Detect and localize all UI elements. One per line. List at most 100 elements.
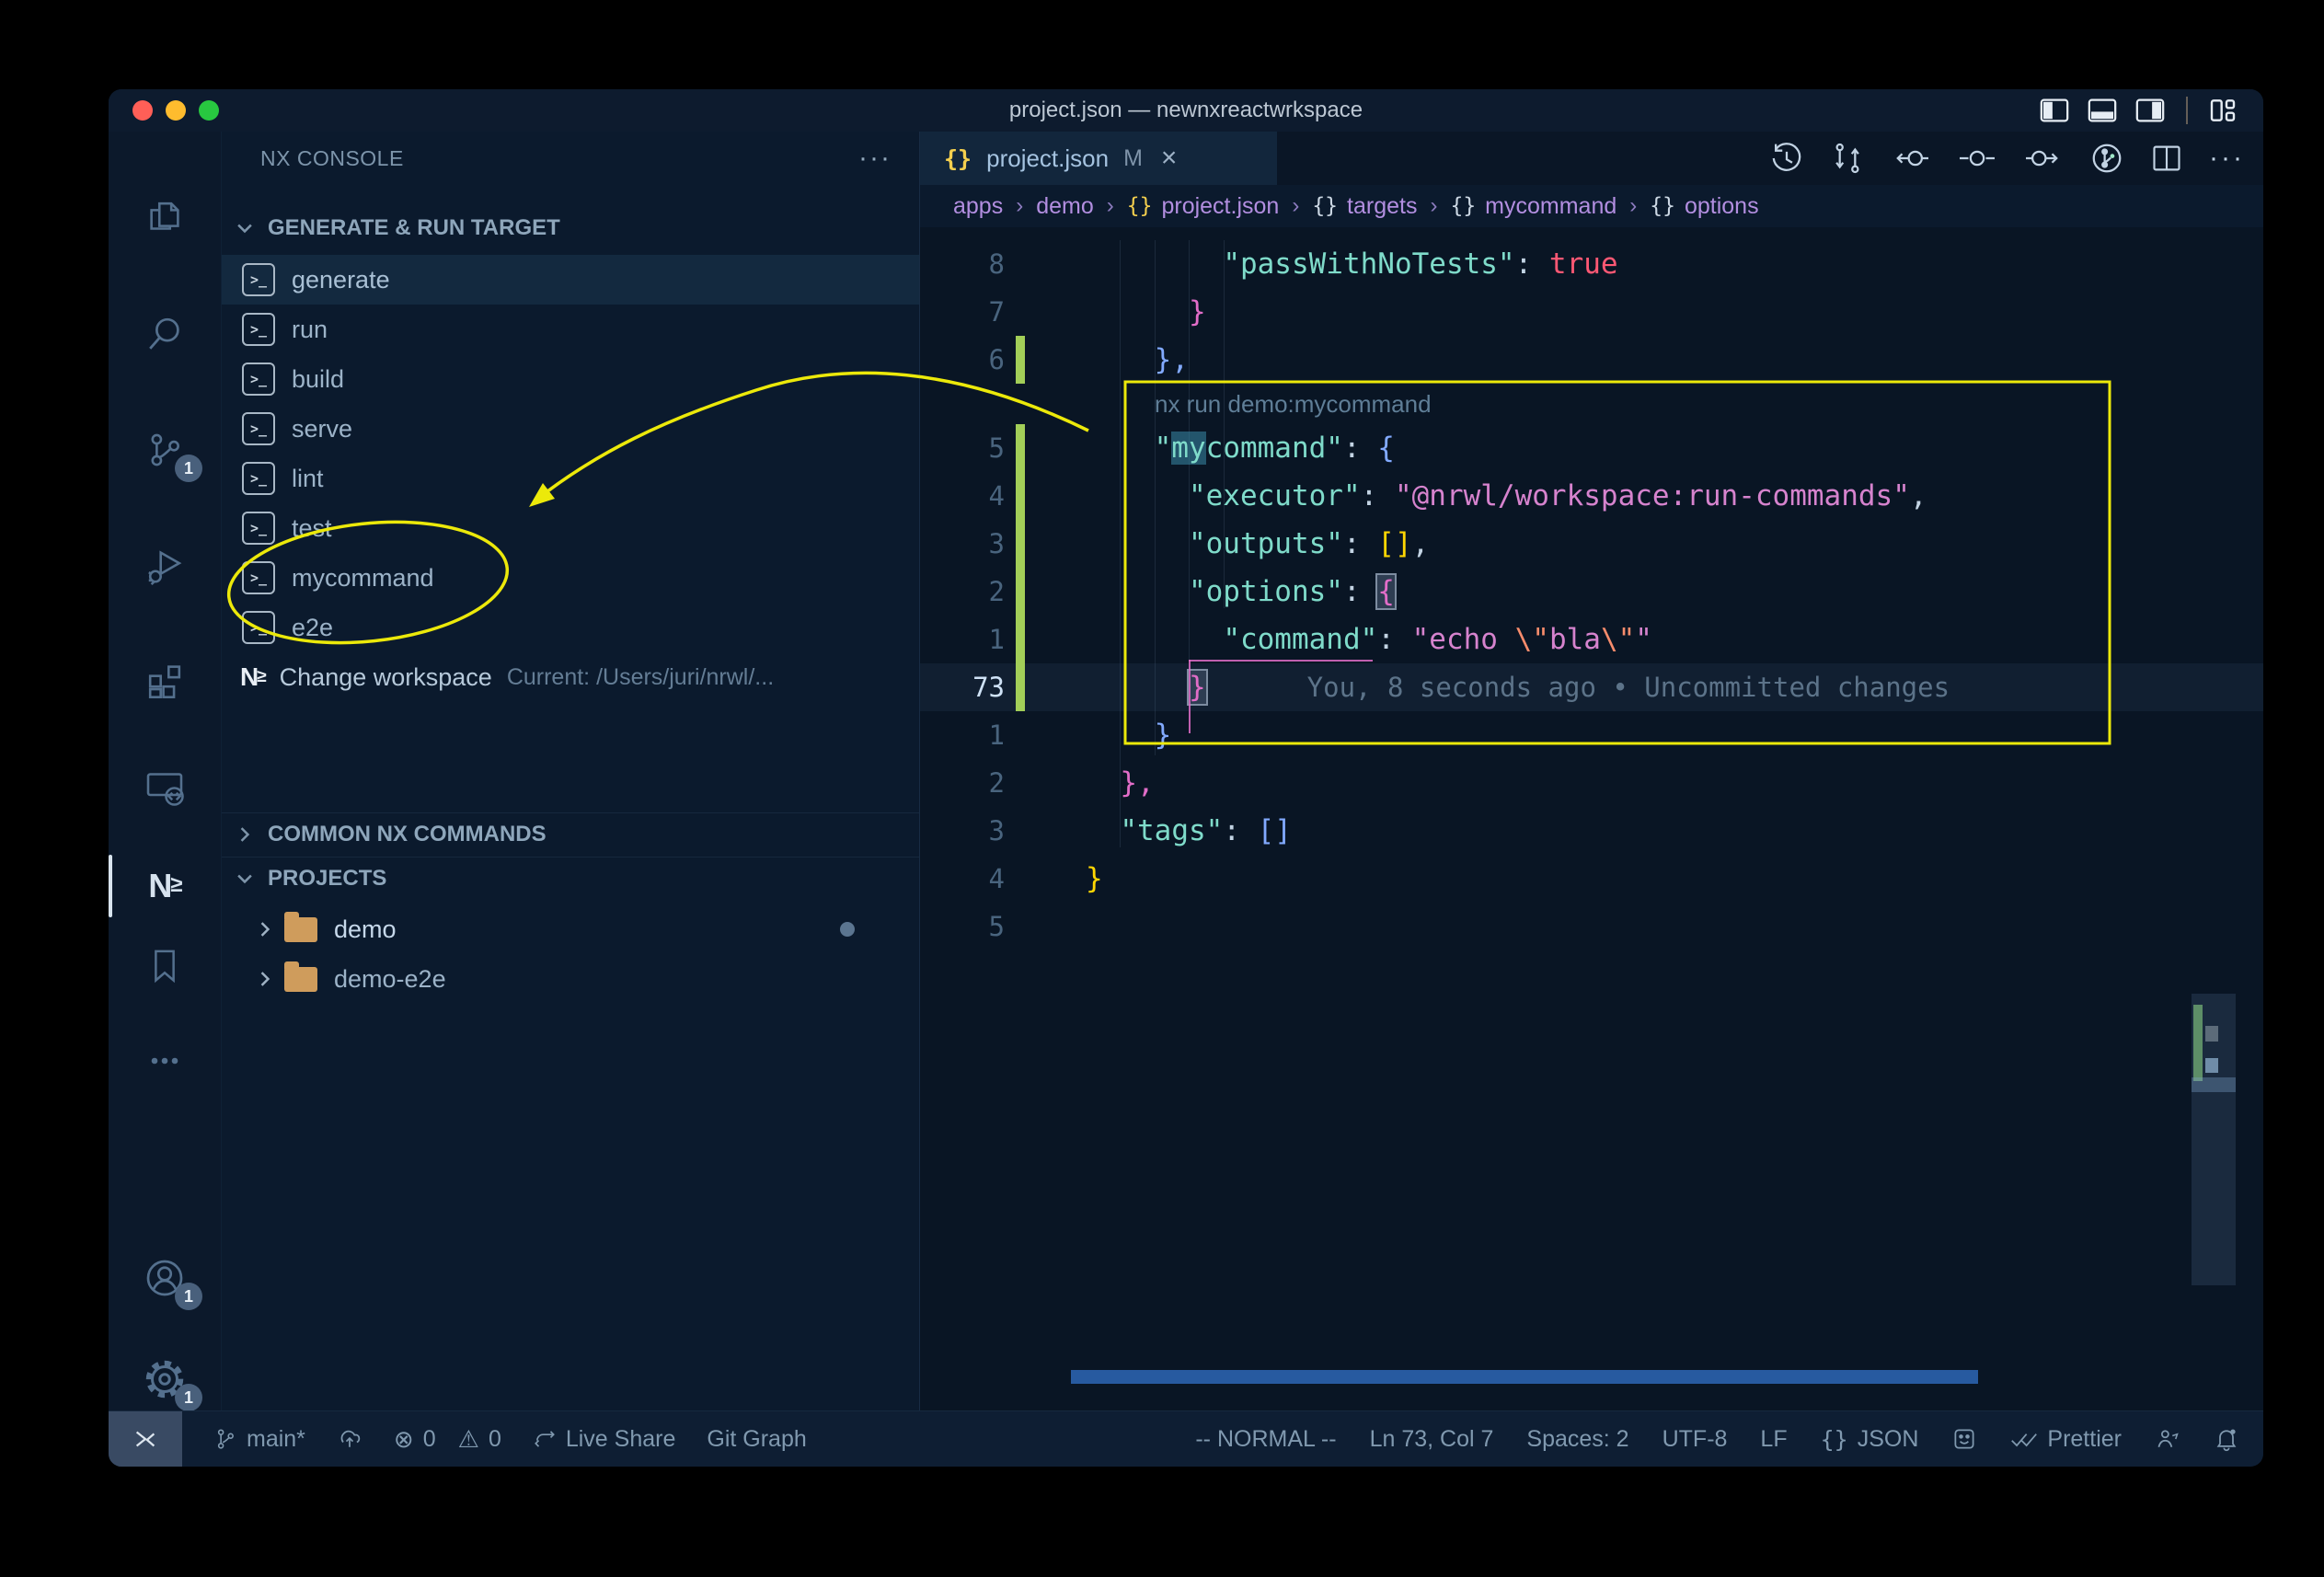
eol-item[interactable]: LF <box>1760 1426 1787 1453</box>
terminal-icon: >_ <box>242 363 275 396</box>
settings-badge: 1 <box>175 1384 202 1411</box>
sync-changes-item[interactable] <box>337 1426 362 1452</box>
indentation-item[interactable]: Spaces: 2 <box>1526 1426 1628 1453</box>
breadcrumb-item[interactable]: targets <box>1347 193 1417 220</box>
target-item-run[interactable]: >_ run <box>222 305 919 354</box>
git-added-gutter <box>1016 520 1025 568</box>
feedback-smiley-icon[interactable] <box>1951 1426 1977 1452</box>
split-editor-icon[interactable] <box>2150 142 2183 175</box>
open-changes-icon[interactable] <box>1830 141 1865 176</box>
code-text: } <box>1086 862 1103 895</box>
breadcrumb-item[interactable]: project.json <box>1161 193 1279 220</box>
folder-icon <box>284 917 317 942</box>
code-line[interactable]: 1 "command": "echo \"bla\"" <box>920 616 2263 663</box>
horizontal-scrollbar[interactable] <box>1071 1370 1978 1384</box>
warning-icon: ⚠ <box>458 1425 479 1454</box>
code-line[interactable]: 8 "passWithNoTests": true <box>920 240 2263 288</box>
prettier-item[interactable]: Prettier <box>2010 1426 2122 1453</box>
section-generate-run-target[interactable]: GENERATE & RUN TARGET <box>222 207 919 249</box>
target-item-generate[interactable]: >_ generate <box>222 255 919 305</box>
source-control-badge: 1 <box>175 455 202 482</box>
code-text: } <box>1086 719 1171 752</box>
cursor-position-item[interactable]: Ln 73, Col 7 <box>1370 1426 1494 1453</box>
live-share-contact-icon[interactable] <box>2155 1426 2180 1452</box>
code-line[interactable]: 2 }, <box>920 759 2263 807</box>
current-change-icon[interactable] <box>1957 141 1997 176</box>
codelens-run-command[interactable]: nx run demo:mycommand <box>920 384 2263 424</box>
line-number: 5 <box>920 911 1005 942</box>
sidebar-more-actions-icon[interactable]: ··· <box>858 143 892 174</box>
line-number: 2 <box>920 767 1005 799</box>
target-item-build[interactable]: >_ build <box>222 354 919 404</box>
code-line[interactable]: 3 "outputs": [], <box>920 520 2263 568</box>
explorer-icon[interactable] <box>109 174 221 262</box>
change-workspace-item[interactable]: N≥ Change workspace Current: /Users/juri… <box>222 652 919 702</box>
code-line[interactable]: 4 "executor": "@nrwl/workspace:run-comma… <box>920 472 2263 520</box>
live-share-item[interactable]: Live Share <box>533 1426 676 1453</box>
inline-git-blame: You, 8 seconds ago • Uncommitted changes <box>1307 672 1950 703</box>
breadcrumb-item[interactable]: mycommand <box>1485 193 1616 220</box>
code-line[interactable]: 6 }, <box>920 336 2263 384</box>
code-line[interactable]: 5 <box>920 903 2263 950</box>
nx-logo-icon: N≥ <box>240 662 265 692</box>
encoding-item[interactable]: UTF-8 <box>1662 1426 1728 1453</box>
terminal-icon: >_ <box>242 313 275 346</box>
target-item-mycommand[interactable]: >_ mycommand <box>222 553 919 603</box>
code-line[interactable]: 73 }You, 8 seconds ago • Uncommitted cha… <box>920 663 2263 711</box>
remote-indicator[interactable] <box>109 1411 182 1467</box>
target-item-lint[interactable]: >_ lint <box>222 454 919 503</box>
language-mode-item[interactable]: {} JSON <box>1821 1426 1919 1453</box>
code-line[interactable]: 1 } <box>920 711 2263 759</box>
breadcrumb-item[interactable]: options <box>1685 193 1759 220</box>
section-common-nx-commands[interactable]: COMMON NX COMMANDS <box>222 812 919 856</box>
tab-bar: {} project.json M × ··· <box>920 132 2263 185</box>
gitlens-graph-icon[interactable] <box>2089 141 2124 176</box>
breadcrumb-item[interactable]: apps <box>953 193 1003 220</box>
remote-explorer-icon[interactable] <box>109 742 221 831</box>
project-item-demo-e2e[interactable]: demo-e2e <box>222 954 919 1004</box>
current-workspace-path: Current: /Users/juri/nrwl/... <box>507 664 774 691</box>
accounts-icon[interactable]: 1 <box>109 1234 221 1322</box>
timeline-history-icon[interactable] <box>1769 141 1804 176</box>
target-item-test[interactable]: >_ test <box>222 503 919 553</box>
notifications-bell-icon[interactable] <box>2214 1426 2239 1452</box>
breadcrumb-item[interactable]: demo <box>1036 193 1094 220</box>
section-projects[interactable]: PROJECTS <box>222 857 919 900</box>
bookmarks-icon[interactable] <box>109 921 221 1009</box>
close-tab-icon[interactable]: × <box>1161 143 1178 174</box>
previous-change-icon[interactable] <box>1891 141 1931 176</box>
editor-more-actions-icon[interactable]: ··· <box>2209 143 2245 174</box>
toggle-panel-icon[interactable] <box>2087 95 2118 126</box>
code-line[interactable]: 3 "tags": [] <box>920 807 2263 855</box>
target-item-serve[interactable]: >_ serve <box>222 404 919 454</box>
more-views-icon[interactable] <box>109 1017 221 1105</box>
git-added-gutter <box>1016 855 1025 903</box>
code-editor[interactable]: 8 "passWithNoTests": true7 }6 },nx run d… <box>920 227 2263 1411</box>
code-line[interactable]: 5 "mycommand": { <box>920 424 2263 472</box>
errors-item[interactable]: ⊗ 0 ⚠ 0 <box>394 1425 501 1454</box>
terminal-icon: >_ <box>242 412 275 445</box>
source-control-icon[interactable]: 1 <box>109 406 221 494</box>
toggle-sidebar-icon[interactable] <box>2039 95 2070 126</box>
code-line[interactable]: 4} <box>920 855 2263 903</box>
json-symbol-icon: {} <box>1127 194 1153 218</box>
extensions-icon[interactable] <box>109 636 221 724</box>
customize-layout-icon[interactable] <box>2208 96 2238 125</box>
toggle-secondary-sidebar-icon[interactable] <box>2134 95 2166 126</box>
project-item-demo[interactable]: demo <box>222 904 919 954</box>
code-line[interactable]: 7 } <box>920 288 2263 336</box>
status-bar: main* ⊗ 0 ⚠ 0 Live Share Git Graph -- NO… <box>109 1410 2263 1467</box>
search-icon[interactable] <box>109 290 221 378</box>
nx-console-icon[interactable]: N≥ <box>109 842 221 930</box>
chevron-right-icon[interactable] <box>255 969 275 989</box>
code-text: }, <box>1086 766 1155 800</box>
chevron-right-icon[interactable] <box>255 919 275 939</box>
git-graph-item[interactable]: Git Graph <box>707 1426 806 1453</box>
git-branch-item[interactable]: main* <box>213 1426 305 1453</box>
code-line[interactable]: 2 "options": { <box>920 568 2263 616</box>
code-text: "mycommand": { <box>1086 432 1395 465</box>
tab-project-json[interactable]: {} project.json M × <box>920 132 1277 185</box>
run-debug-icon[interactable] <box>109 522 221 610</box>
target-item-e2e[interactable]: >_ e2e <box>222 603 919 652</box>
next-change-icon[interactable] <box>2023 141 2064 176</box>
